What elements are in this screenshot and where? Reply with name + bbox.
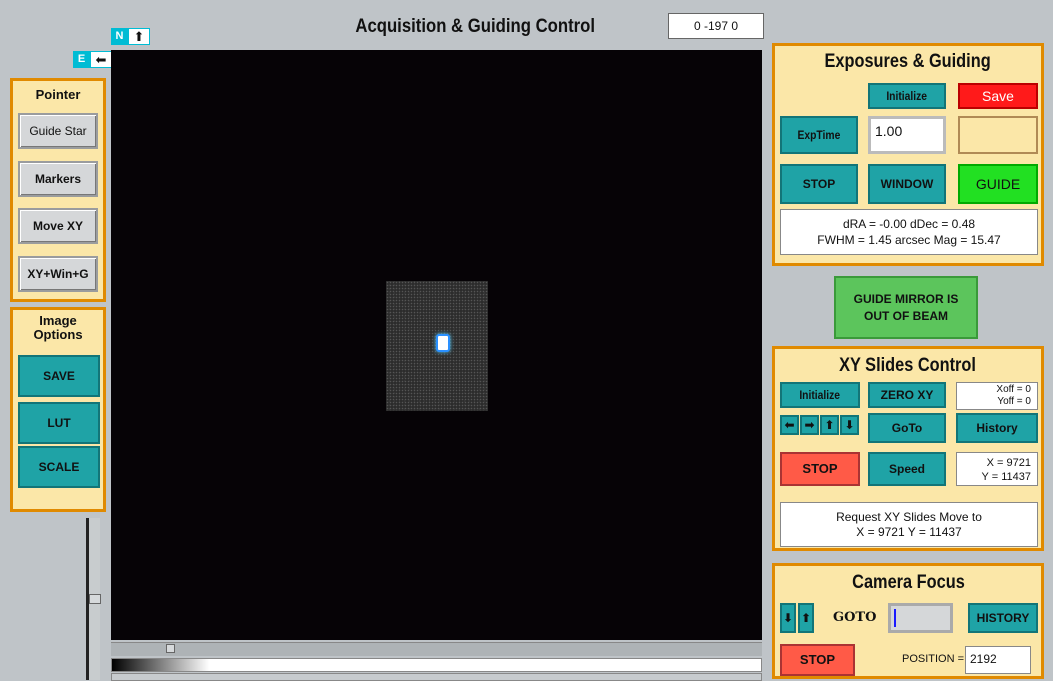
focus-goto-label: GOTO xyxy=(833,610,877,625)
guide-star-marker[interactable] xyxy=(436,334,450,352)
horizontal-scrollbar[interactable] xyxy=(111,642,762,656)
vertical-slider-thumb[interactable] xyxy=(89,594,101,604)
fwhm-mag-readout: FWHM = 1.45 arcsec Mag = 15.47 xyxy=(817,233,1001,247)
exposure-stop-button[interactable]: STOP xyxy=(780,164,858,204)
xy-slides-panel: XY Slides Control Initialize ZERO XY Xof… xyxy=(772,346,1044,551)
move-xy-button[interactable]: Move XY xyxy=(18,208,98,244)
exposures-header: Exposures & Guiding xyxy=(824,51,992,72)
y-position-readout: Y = 11437 xyxy=(981,471,1031,483)
guide-button[interactable]: GUIDE xyxy=(958,164,1038,204)
guide-star-button[interactable]: Guide Star xyxy=(18,113,98,149)
text-cursor xyxy=(894,609,896,627)
east-arrow-icon: ⬅ xyxy=(90,51,112,68)
xy-request-line2: X = 9721 Y = 11437 xyxy=(856,525,962,539)
x-position-readout: X = 9721 xyxy=(986,457,1031,469)
goto-button[interactable]: GoTo xyxy=(868,413,946,443)
xy-win-g-button[interactable]: XY+Win+G xyxy=(18,256,98,292)
focus-history-button[interactable]: HISTORY xyxy=(968,603,1038,633)
xy-stop-button[interactable]: STOP xyxy=(780,452,860,486)
down-arrow-icon[interactable]: ⬇ xyxy=(840,415,859,435)
exptime-input[interactable]: 1.00 xyxy=(868,116,946,154)
focus-stop-button[interactable]: STOP xyxy=(780,644,855,676)
pointer-panel: Pointer Guide Star Markers Move XY XY+Wi… xyxy=(10,78,106,302)
focus-position-label: POSITION = xyxy=(902,653,965,665)
guide-mirror-status: GUIDE MIRROR IS OUT OF BEAM xyxy=(834,276,978,339)
image-save-button[interactable]: SAVE xyxy=(18,355,100,397)
guide-mirror-line1: GUIDE MIRROR IS xyxy=(853,292,959,306)
focus-up-arrow-icon[interactable]: ⬆ xyxy=(798,603,814,633)
exposures-guiding-panel: Exposures & Guiding Initialize Save ExpT… xyxy=(772,43,1044,266)
image-options-panel: Image Options SAVE LUT SCALE xyxy=(10,307,106,512)
right-arrow-icon[interactable]: ➡ xyxy=(800,415,819,435)
exposure-status-box xyxy=(958,116,1038,154)
guide-mirror-line2: OUT OF BEAM xyxy=(864,309,948,323)
up-arrow-icon[interactable]: ⬆ xyxy=(820,415,839,435)
exptime-button[interactable]: ExpTime xyxy=(780,116,858,154)
east-label: E xyxy=(73,51,90,68)
xy-offset-box: Xoff = 0 Yoff = 0 xyxy=(956,382,1038,410)
yoff-readout: Yoff = 0 xyxy=(997,396,1031,407)
xy-request-box: Request XY Slides Move to X = 9721 Y = 1… xyxy=(780,502,1038,547)
exposure-save-button[interactable]: Save xyxy=(958,83,1038,109)
north-arrow-icon: ⬆ xyxy=(128,28,150,45)
lut-button[interactable]: LUT xyxy=(18,402,100,444)
xy-initialize-button[interactable]: Initialize xyxy=(780,382,860,408)
north-label: N xyxy=(111,28,128,45)
lut-gradient-bar xyxy=(111,658,762,672)
scale-button[interactable]: SCALE xyxy=(18,446,100,488)
guiding-status-box: dRA = -0.00 dDec = 0.48 FWHM = 1.45 arcs… xyxy=(780,209,1038,255)
xy-slides-header: XY Slides Control xyxy=(839,355,977,376)
xy-arrow-buttons: ⬅ ➡ ⬆ ⬇ xyxy=(780,415,862,435)
camera-focus-header: Camera Focus xyxy=(851,572,965,593)
speed-button[interactable]: Speed xyxy=(868,452,946,486)
image-options-header: Image Options xyxy=(33,313,83,342)
horizontal-scroll-thumb[interactable] xyxy=(166,644,175,653)
offset-readout: dRA = -0.00 dDec = 0.48 xyxy=(842,217,976,231)
focus-position-value: 2192 xyxy=(965,646,1031,674)
xy-history-button[interactable]: History xyxy=(956,413,1038,443)
pointer-header: Pointer xyxy=(35,87,81,102)
position-readout: 0 -197 0 xyxy=(668,13,764,39)
focus-goto-input[interactable] xyxy=(888,603,953,633)
bottom-scrollbar[interactable] xyxy=(111,673,762,681)
left-arrow-icon[interactable]: ⬅ xyxy=(780,415,799,435)
markers-button[interactable]: Markers xyxy=(18,161,98,197)
exposure-initialize-button[interactable]: Initialize xyxy=(868,83,946,109)
xy-position-box: X = 9721 Y = 11437 xyxy=(956,452,1038,486)
camera-focus-panel: Camera Focus ⬇ ⬆ GOTO HISTORY STOP POSIT… xyxy=(772,563,1044,679)
focus-down-arrow-icon[interactable]: ⬇ xyxy=(780,603,796,633)
zero-xy-button[interactable]: ZERO XY xyxy=(868,382,946,408)
window-button[interactable]: WINDOW xyxy=(868,164,946,204)
window-title: Acquisition & Guiding Control xyxy=(355,16,596,37)
xy-request-line1: Request XY Slides Move to xyxy=(836,510,982,524)
xoff-readout: Xoff = 0 xyxy=(996,384,1031,395)
